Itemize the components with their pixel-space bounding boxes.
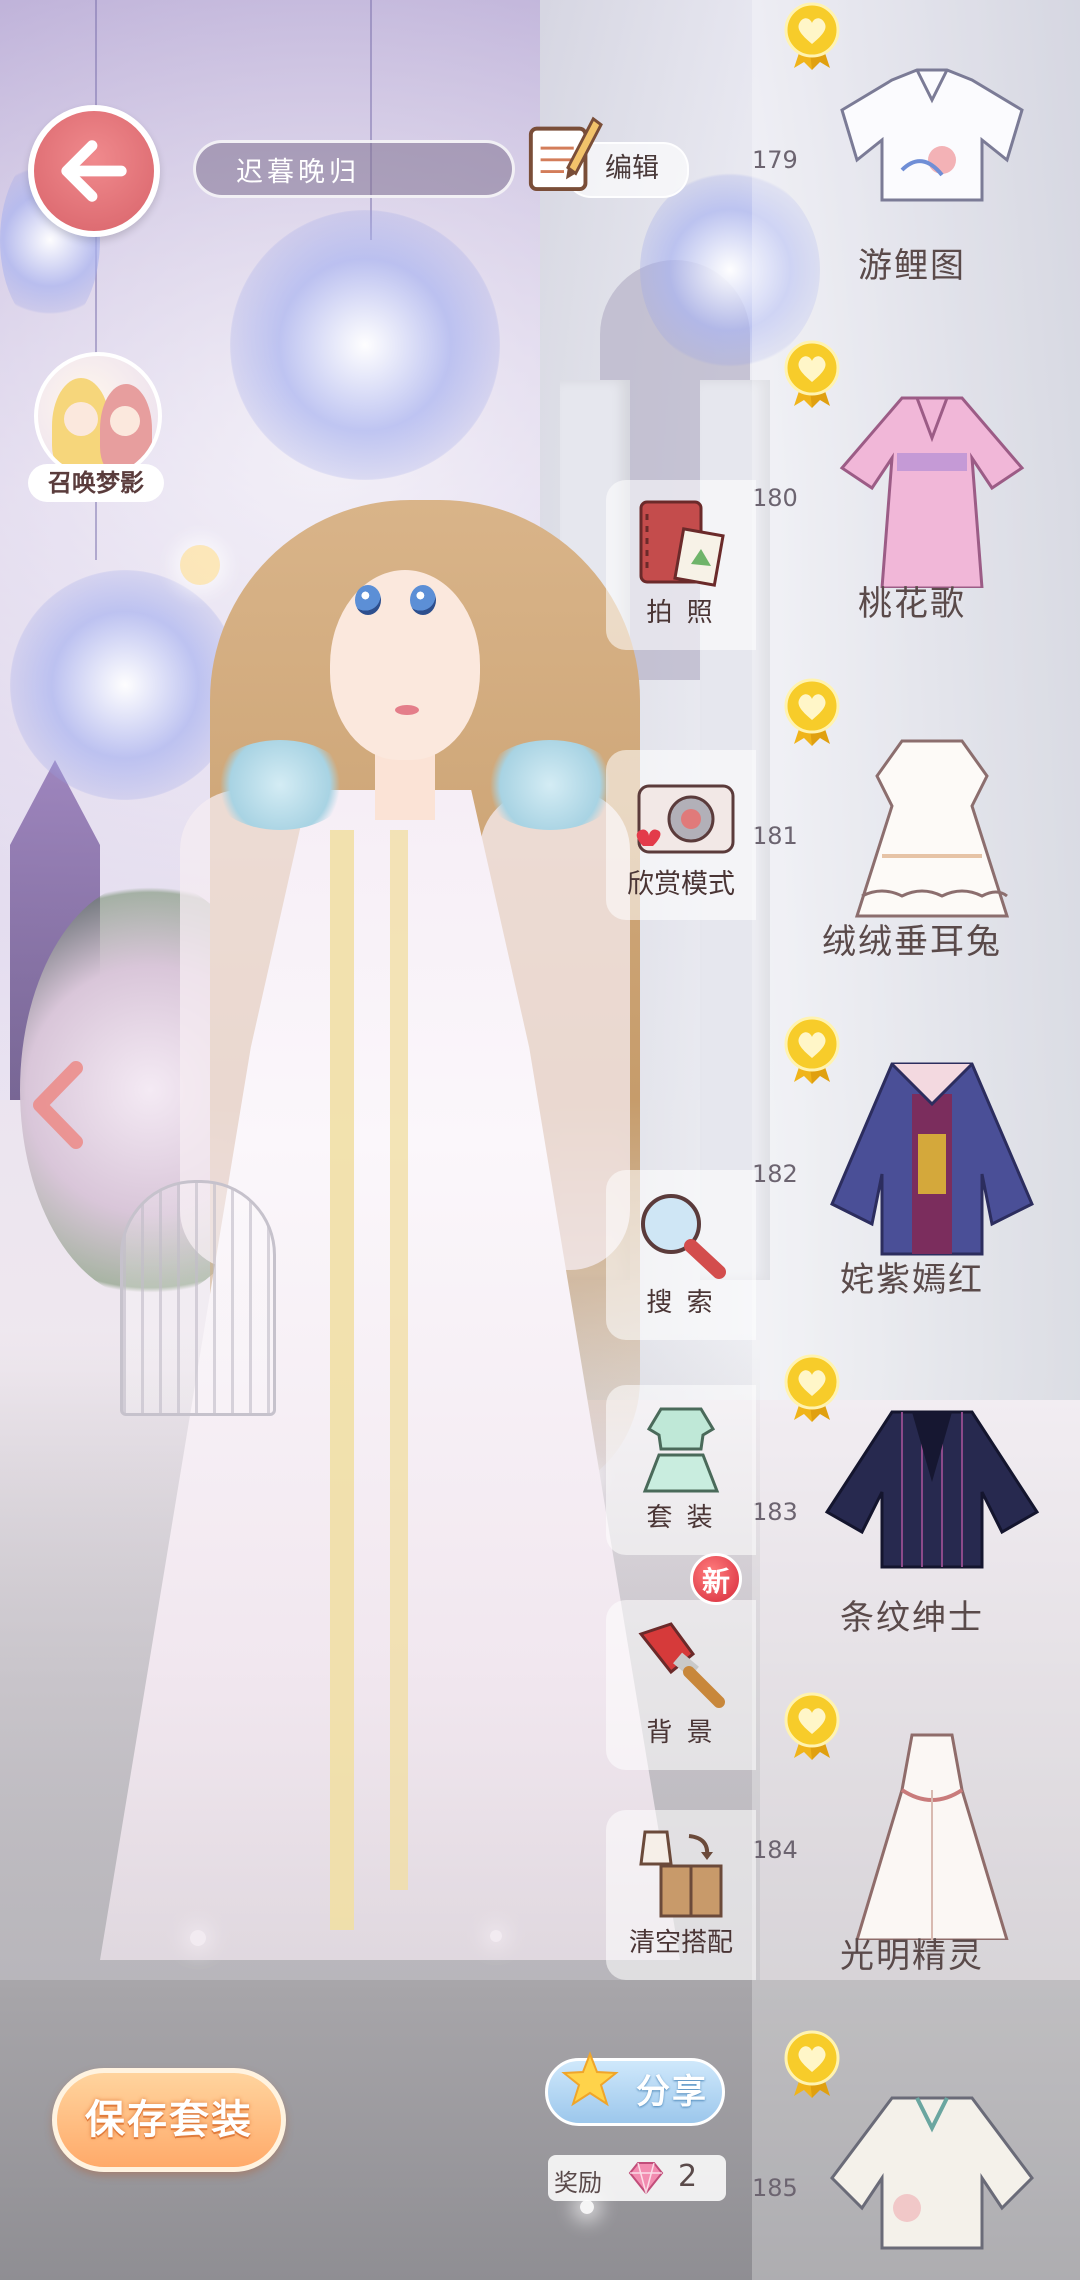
outfit-name-field[interactable]: 迟暮晚归 (193, 140, 515, 198)
item-name: 光明精灵 (840, 1936, 984, 1976)
tool-label: 背 景 (646, 1718, 716, 1748)
arrow-left-icon (61, 140, 127, 202)
item-number: 183 (752, 1498, 798, 1526)
item-number: 184 (752, 1836, 798, 1864)
paintbrush-icon (638, 1622, 725, 1708)
clothing-item[interactable]: 184 光明精灵 (752, 1690, 1080, 2028)
summon-avatar (34, 352, 162, 480)
clothing-item[interactable]: 182 姹紫嫣红 (752, 1014, 1080, 1352)
box-clear-icon (639, 1830, 723, 1918)
magnifier-icon (641, 1194, 726, 1279)
clothing-item[interactable]: 183 条纹绅士 (752, 1352, 1080, 1690)
tool-label: 清空搭配 (628, 1928, 733, 1958)
edit-label: 编辑 (605, 153, 659, 184)
sparkle (580, 2200, 594, 2214)
pink-hanfu-dress-icon (839, 396, 1025, 588)
new-badge: 新 (690, 1553, 742, 1605)
camera-icon (636, 784, 735, 854)
reward-count: 2 (678, 2159, 698, 2194)
item-number: 182 (752, 1160, 798, 1188)
chevron-left-icon[interactable] (28, 1060, 88, 1150)
item-name: 姹紫嫣红 (840, 1260, 984, 1300)
save-outfit-button[interactable]: 保存套装 (52, 2068, 286, 2172)
item-name: 游鲤图 (858, 246, 966, 286)
item-name: 桃花歌 (858, 584, 966, 624)
summon-label: 召唤梦影 (28, 464, 164, 502)
striped-jacket-icon (824, 1410, 1040, 1569)
item-number: 181 (752, 822, 798, 850)
eye (410, 585, 436, 615)
summon-dream-button[interactable]: 召唤梦影 (28, 352, 173, 522)
hydrangea-ball (230, 210, 500, 480)
outfit-name: 迟暮晚归 (236, 156, 360, 188)
cheongsam-top-icon (830, 2096, 1034, 2250)
qipao-top-icon (840, 68, 1024, 202)
search-button[interactable]: 搜 索 (606, 1170, 756, 1340)
face (330, 570, 480, 760)
gold-ribbon (330, 830, 354, 1930)
white-lolita-dress-icon (854, 739, 1010, 918)
reward-box: 奖励 2 (548, 2155, 726, 2201)
item-number: 180 (752, 484, 798, 512)
tool-label: 拍 照 (646, 598, 716, 628)
white-gown-icon (855, 1733, 1009, 1940)
purple-robe-icon (830, 1062, 1034, 1256)
clear-outfit-button[interactable]: 清空搭配 (606, 1810, 756, 1980)
share-label: 分享 (636, 2072, 708, 2112)
fur-stole (210, 740, 350, 830)
item-name: 条纹绅士 (840, 1598, 984, 1638)
clothing-item[interactable]: 180 桃花歌 (752, 338, 1080, 676)
item-number: 179 (752, 146, 798, 174)
edit-button[interactable]: 编辑 (525, 110, 689, 200)
gold-ribbon (390, 830, 408, 1890)
eye (355, 585, 381, 615)
fur-stole (480, 740, 620, 830)
lips (395, 705, 419, 715)
clothing-item[interactable]: 181 绒绒垂耳兔 (752, 676, 1080, 1014)
clothing-item[interactable]: 185 (752, 2028, 1080, 2280)
outfit-icon (642, 1407, 720, 1493)
back-button[interactable] (28, 105, 160, 237)
tool-label: 套 装 (646, 1503, 716, 1533)
pink-gem-icon (628, 2162, 664, 2195)
star-icon (561, 2051, 619, 2107)
reward-label: 奖励 (554, 2169, 602, 2197)
tool-label: 搜 索 (646, 1288, 716, 1318)
outfit-set-button[interactable]: 套 装 (606, 1385, 756, 1555)
item-number: 185 (752, 2174, 798, 2202)
background-button[interactable]: 背 景 (606, 1600, 756, 1770)
photo-album-icon (639, 500, 725, 587)
chibi-face (110, 406, 140, 436)
notebook-pencil-icon (528, 116, 603, 192)
photo-button[interactable]: 拍 照 (606, 480, 756, 650)
chibi-face (64, 402, 98, 436)
hanging-string (370, 0, 372, 240)
clothing-item[interactable]: 179 游鲤图 (752, 0, 1080, 338)
item-name: 绒绒垂耳兔 (822, 922, 1002, 962)
tool-label: 欣赏模式 (627, 869, 735, 900)
appreciate-mode-button[interactable]: 欣赏模式 (606, 750, 756, 920)
birdcage (120, 1180, 276, 1416)
